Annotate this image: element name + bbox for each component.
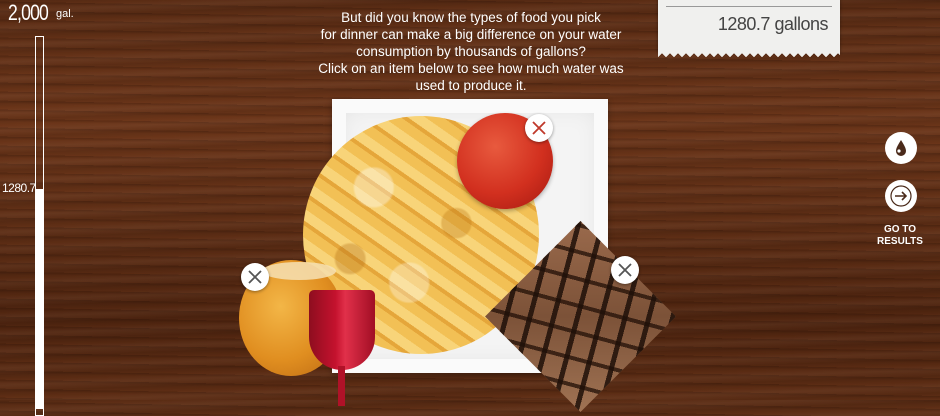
arrow-right-icon [890,185,912,207]
remove-sauce-button[interactable] [525,114,553,142]
receipt-divider [666,6,832,7]
receipt-total: 1280.7 gallons [717,14,829,34]
intro-line-1: But did you know the types of food you p… [341,10,601,25]
intro-line-2: for dinner can make a big difference on … [320,27,622,42]
go-to-results-button[interactable] [885,180,917,212]
intro-line-3: consumption by thousands of gallons? [356,44,586,59]
gauge-max-value: 2,000 [8,0,49,25]
results-label-line-2: RESULTS [877,236,923,247]
water-gauge-fill [35,189,44,409]
water-drop-icon [896,140,906,156]
info-button[interactable] [885,132,917,164]
intro-line-4: Click on an item below to see how much w… [318,61,624,76]
close-icon [618,263,632,277]
results-label-line-1: GO TO [883,224,917,235]
receipt-torn-edge [658,52,840,58]
wine-stem [338,366,345,406]
intro-line-5: used to produce it. [415,78,527,93]
remove-steak-button[interactable] [611,256,639,284]
water-receipt: 1280.7 gallons [658,0,840,58]
gauge-current-value: 1280.7 [2,181,36,195]
close-icon [532,121,546,135]
remove-beer-button[interactable] [241,263,269,291]
intro-text: But did you know the types of food you p… [300,0,642,94]
beer-foam [262,262,336,280]
close-icon [248,270,262,284]
gauge-max-unit: gal. [56,8,74,20]
wine-item[interactable] [309,290,375,370]
go-to-results-label[interactable]: GO TO RESULTS [872,224,928,248]
gauge-max-label: 2,000 gal. [8,0,74,26]
